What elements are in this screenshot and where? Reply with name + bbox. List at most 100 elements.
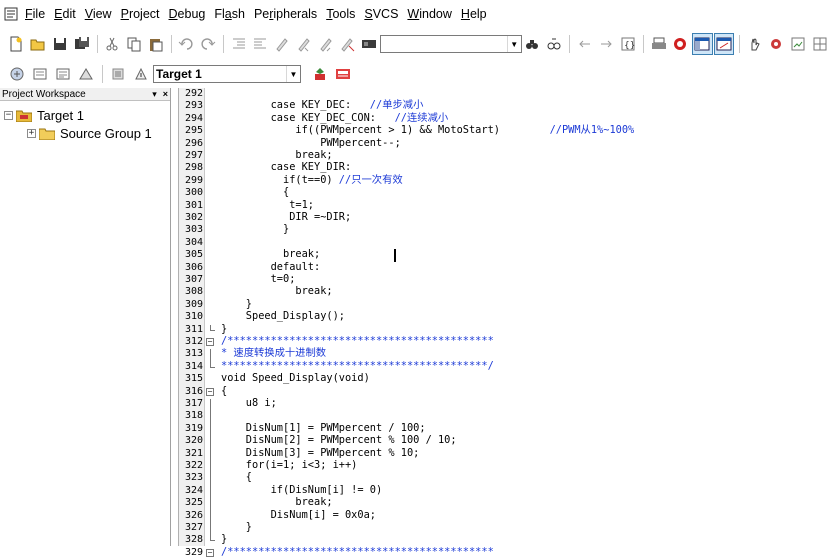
debug-session-icon[interactable] [670, 33, 691, 55]
find-icon[interactable] [522, 33, 543, 55]
code-line[interactable]: 304 [179, 237, 831, 247]
build-icon[interactable] [29, 63, 51, 85]
cut-icon[interactable] [102, 33, 123, 55]
target-options-icon[interactable] [309, 63, 331, 85]
output-window-icon[interactable] [713, 33, 735, 55]
code-line[interactable]: 327 } [179, 522, 831, 533]
new-file-icon[interactable] [6, 33, 27, 55]
code-line[interactable]: 292 [179, 88, 831, 98]
workspace-window-icon[interactable] [691, 33, 713, 55]
hand-icon[interactable] [744, 33, 765, 55]
pin-icon[interactable]: ▾ [152, 89, 157, 100]
print-icon[interactable] [648, 33, 669, 55]
code-line[interactable]: 313 * 速度转换成十进制数 [179, 348, 831, 362]
manage-components-icon[interactable] [332, 63, 354, 85]
bookmark-toggle-icon[interactable] [272, 33, 293, 55]
code-line[interactable]: 299 if(t==0) //只一次有效 [179, 175, 831, 186]
code-line[interactable]: 320 DisNum[2] = PWMpercent % 100 / 10; [179, 435, 831, 446]
code-line[interactable]: 326 DisNum[i] = 0x0a; [179, 509, 831, 520]
collapse-icon[interactable]: − [4, 110, 13, 120]
forward-arrow-icon[interactable] [596, 33, 617, 55]
bookmark-clear-icon[interactable] [337, 33, 358, 55]
code-line[interactable]: 321 DisNum[3] = PWMpercent % 10; [179, 447, 831, 458]
code-line[interactable]: 298 case KEY_DIR: [179, 162, 831, 173]
code-line[interactable]: 308 break; [179, 286, 831, 297]
target-combo[interactable]: Target 1 ▼ [153, 65, 301, 83]
document-icon[interactable] [788, 33, 809, 55]
code-line[interactable]: 328} [179, 534, 831, 545]
download-icon[interactable] [130, 63, 152, 85]
paste-icon[interactable] [145, 33, 166, 55]
save-all-icon[interactable] [71, 33, 92, 55]
code-line[interactable]: 297 break; [179, 150, 831, 161]
menu-item[interactable]: SVCS [361, 7, 404, 21]
code-line[interactable]: 312 /************************************… [179, 336, 831, 347]
code-line[interactable]: 317 u8 i; [179, 398, 831, 409]
redo-icon[interactable] [198, 33, 219, 55]
chevron-down-icon[interactable]: ▼ [286, 66, 300, 82]
code-line[interactable]: 311} [179, 323, 831, 334]
compile-icon[interactable] [6, 63, 28, 85]
expand-icon[interactable]: + [27, 128, 36, 138]
code-line[interactable]: 314 *************************************… [179, 361, 831, 372]
code-line[interactable]: 322 for(i=1; i<3; i++) [179, 460, 831, 471]
batch-build-icon[interactable] [75, 63, 97, 85]
menu-item[interactable]: Tools [323, 7, 361, 21]
copy-icon[interactable] [124, 33, 145, 55]
code-line[interactable]: 315 void Speed_Display(void) [179, 373, 831, 384]
unindent-icon[interactable] [250, 33, 271, 55]
source-browser-icon[interactable]: {} [618, 33, 639, 55]
code-line[interactable]: 296 PWMpercent--; [179, 137, 831, 148]
window-layout-icon[interactable] [809, 33, 830, 55]
chevron-down-icon[interactable]: ▼ [506, 36, 521, 52]
bookmark-prev-icon[interactable] [293, 33, 314, 55]
code-line[interactable]: 295 if((PWMpercent > 1) && MotoStart) //… [179, 125, 831, 136]
menu-item[interactable]: Window [404, 7, 457, 21]
stop-build-icon[interactable] [107, 63, 129, 85]
close-icon[interactable]: × [163, 89, 168, 100]
code-line[interactable]: 301 t=1; [179, 199, 831, 210]
find-in-files-icon[interactable] [359, 33, 380, 55]
back-arrow-icon[interactable] [574, 33, 595, 55]
code-line[interactable]: 324 if(DisNum[i] != 0) [179, 485, 831, 496]
find-combo[interactable]: ▼ [380, 35, 522, 53]
bookmark-next-icon[interactable] [315, 33, 336, 55]
fold-collapse-icon[interactable]: − [206, 548, 214, 557]
configure-icon[interactable] [766, 33, 787, 55]
code-line[interactable]: 300 { [179, 187, 831, 198]
code-line[interactable]: 310 Speed_Display(); [179, 311, 831, 322]
rebuild-icon[interactable] [52, 63, 74, 85]
menu-item[interactable]: Project [118, 7, 166, 21]
fold-collapse-icon[interactable]: − [206, 338, 214, 346]
code-line[interactable]: 306 default: [179, 261, 831, 272]
fold-collapse-icon[interactable]: − [206, 387, 214, 396]
tree-item-target[interactable]: − Target 1 [0, 106, 170, 124]
menu-item[interactable]: Peripherals [251, 7, 323, 21]
code-line[interactable]: 307 t=0; [179, 274, 831, 285]
code-line[interactable]: 329 /************************************… [179, 547, 831, 558]
code-line[interactable]: 319 DisNum[1] = PWMpercent / 100; [179, 423, 831, 434]
menu-item[interactable]: Flash [211, 7, 251, 21]
menu-item[interactable]: Edit [51, 7, 82, 21]
menu-item[interactable]: Debug [166, 7, 212, 21]
menu-item[interactable]: File [22, 7, 51, 21]
indent-icon[interactable] [228, 33, 249, 55]
open-folder-icon[interactable] [28, 33, 49, 55]
code-line[interactable]: 323 { [179, 472, 831, 483]
code-line[interactable]: 325 break; [179, 497, 831, 508]
save-icon[interactable] [49, 33, 70, 55]
code-line[interactable]: 309 } [179, 299, 831, 310]
code-line[interactable]: 318 [179, 411, 831, 421]
tree-item-source-group[interactable]: + Source Group 1 [0, 124, 170, 142]
code-line[interactable]: 293 case KEY_DEC: //单步减小 [179, 100, 831, 111]
incremental-find-icon[interactable] [543, 33, 564, 55]
code-line[interactable]: 305 break; [179, 249, 831, 260]
undo-icon[interactable] [176, 33, 197, 55]
code-editor[interactable]: 292 293 case KEY_DEC: //单步减小 294 case KEY_… [178, 88, 831, 557]
menu-item[interactable]: Help [458, 7, 493, 21]
code-line[interactable]: 303 } [179, 224, 831, 235]
code-line[interactable]: 302 DIR =~DIR; [179, 212, 831, 223]
code-line[interactable]: 316 {− [179, 385, 831, 396]
menu-item[interactable]: View [82, 7, 118, 21]
code-line[interactable]: 294 case KEY_DEC_CON: //连续减小 [179, 113, 831, 124]
